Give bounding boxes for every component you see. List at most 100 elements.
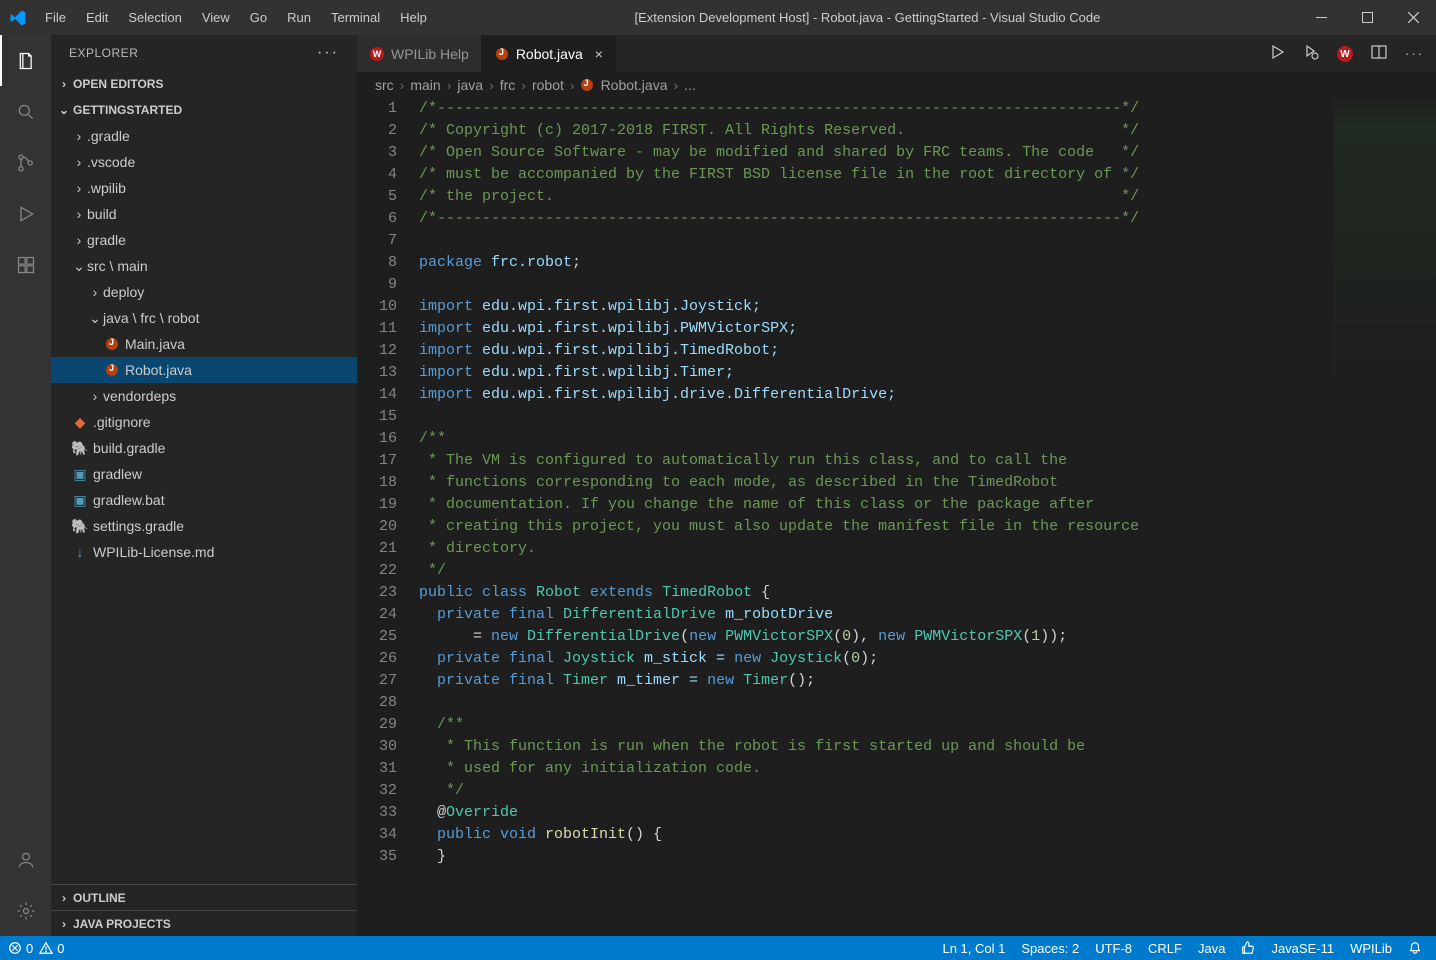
crumb-frc[interactable]: frc: [500, 77, 516, 93]
tree-folder-deploy[interactable]: ›deploy: [51, 279, 357, 305]
tab-label: WPILib Help: [391, 46, 469, 62]
chevron-right-icon: ›: [55, 77, 73, 91]
editor-actions: W ···: [616, 35, 1436, 72]
run-icon[interactable]: [1269, 44, 1285, 63]
window-controls: [1298, 0, 1436, 35]
crumb-src[interactable]: src: [375, 77, 394, 93]
crumb-file[interactable]: Robot.java: [581, 77, 668, 93]
editor-tabs: W WPILib Help Robot.java × W ···: [357, 35, 1436, 72]
tree-folder-vscode[interactable]: ›.vscode: [51, 149, 357, 175]
open-editors-header[interactable]: › OPEN EDITORS: [51, 71, 357, 97]
status-wpilib[interactable]: WPILib: [1350, 941, 1392, 956]
minimize-button[interactable]: [1298, 0, 1344, 35]
activity-settings[interactable]: [0, 885, 51, 936]
status-warnings[interactable]: 0: [39, 941, 64, 956]
status-encoding[interactable]: UTF-8: [1095, 941, 1132, 956]
code-editor[interactable]: 12345 678910 1112131415 1617181920 21222…: [357, 98, 1436, 936]
activity-accounts[interactable]: [0, 834, 51, 885]
status-javase[interactable]: JavaSE-11: [1271, 941, 1334, 956]
menu-file[interactable]: File: [35, 0, 76, 35]
status-ln-col[interactable]: Ln 1, Col 1: [942, 941, 1005, 956]
tree-folder-java-frc-robot[interactable]: ⌄java \ frc \ robot: [51, 305, 357, 331]
code-lines[interactable]: /*--------------------------------------…: [419, 98, 1436, 936]
window-title: [Extension Development Host] - Robot.jav…: [437, 10, 1298, 25]
explorer-title: EXPLORER: [69, 46, 317, 60]
tree-file-build-gradle[interactable]: 🐘build.gradle: [51, 435, 357, 461]
outline-header[interactable]: › OUTLINE: [51, 884, 357, 910]
crumb-more[interactable]: ...: [684, 77, 696, 93]
menu-help[interactable]: Help: [390, 0, 437, 35]
java-projects-label: JAVA PROJECTS: [73, 917, 171, 931]
split-editor-icon[interactable]: [1371, 44, 1387, 63]
menu-view[interactable]: View: [192, 0, 240, 35]
minimap[interactable]: [1334, 98, 1436, 378]
vscode-logo: [0, 9, 35, 27]
tree-folder-build[interactable]: ›build: [51, 201, 357, 227]
tree-folder-src-main[interactable]: ⌄src \ main: [51, 253, 357, 279]
gradle-icon: 🐘: [71, 518, 89, 535]
crumb-main[interactable]: main: [410, 77, 440, 93]
breadcrumbs[interactable]: src› main› java› frc› robot› Robot.java›…: [357, 72, 1436, 98]
tab-robot-java[interactable]: Robot.java ×: [482, 35, 616, 72]
tree-file-robot-java[interactable]: Robot.java: [51, 357, 357, 383]
workspace-header[interactable]: ⌄ GETTINGSTARTED: [51, 97, 357, 123]
open-editors-label: OPEN EDITORS: [73, 77, 163, 91]
editor-area: W WPILib Help Robot.java × W ··· src› ma…: [357, 35, 1436, 936]
status-bell-icon[interactable]: [1408, 941, 1422, 955]
activity-source-control[interactable]: [0, 137, 51, 188]
status-eol[interactable]: CRLF: [1148, 941, 1182, 956]
tree-folder-wpilib[interactable]: ›.wpilib: [51, 175, 357, 201]
maximize-button[interactable]: [1344, 0, 1390, 35]
tree-folder-vendordeps[interactable]: ›vendordeps: [51, 383, 357, 409]
outline-label: OUTLINE: [73, 891, 126, 905]
chevron-down-icon: ⌄: [55, 103, 73, 117]
tree-folder-gradle[interactable]: ›.gradle: [51, 123, 357, 149]
java-projects-header[interactable]: › JAVA PROJECTS: [51, 910, 357, 936]
activity-explorer[interactable]: [0, 35, 51, 86]
tree-file-gradlew[interactable]: ▣gradlew: [51, 461, 357, 487]
file-tree: ›.gradle ›.vscode ›.wpilib ›build ›gradl…: [51, 123, 357, 565]
status-language[interactable]: Java: [1198, 941, 1225, 956]
menu-terminal[interactable]: Terminal: [321, 0, 390, 35]
java-file-icon: [494, 46, 510, 62]
menu-run[interactable]: Run: [277, 0, 321, 35]
chevron-right-icon: ›: [55, 891, 73, 905]
activity-search[interactable]: [0, 86, 51, 137]
close-icon[interactable]: ×: [595, 46, 603, 62]
wpilib-icon: W: [369, 46, 385, 62]
activity-run-debug[interactable]: [0, 188, 51, 239]
status-thumbs-up-icon[interactable]: [1241, 941, 1255, 955]
tree-file-gradlew-bat[interactable]: ▣gradlew.bat: [51, 487, 357, 513]
tree-file-gitignore[interactable]: ◆.gitignore: [51, 409, 357, 435]
wpilib-action-icon[interactable]: W: [1337, 45, 1353, 63]
titlebar: File Edit Selection View Go Run Terminal…: [0, 0, 1436, 35]
more-actions-icon[interactable]: ···: [1405, 46, 1424, 61]
status-errors[interactable]: 0: [8, 941, 33, 956]
workspace-label: GETTINGSTARTED: [73, 103, 182, 117]
tree-folder-gradle-root[interactable]: ›gradle: [51, 227, 357, 253]
tree-file-wpilib-license[interactable]: ↓WPILib-License.md: [51, 539, 357, 565]
tab-label: Robot.java: [516, 46, 583, 62]
statusbar: 0 0 Ln 1, Col 1 Spaces: 2 UTF-8 CRLF Jav…: [0, 936, 1436, 960]
bat-icon: ▣: [71, 492, 89, 509]
sidebar: EXPLORER ··· › OPEN EDITORS ⌄ GETTINGSTA…: [51, 35, 357, 936]
java-file-icon: [103, 338, 121, 350]
java-file-icon: [103, 364, 121, 376]
activity-extensions[interactable]: [0, 239, 51, 290]
debug-config-icon[interactable]: [1303, 44, 1319, 63]
menu-selection[interactable]: Selection: [118, 0, 191, 35]
tree-file-main-java[interactable]: Main.java: [51, 331, 357, 357]
crumb-robot[interactable]: robot: [532, 77, 564, 93]
close-button[interactable]: [1390, 0, 1436, 35]
line-number-gutter: 12345 678910 1112131415 1617181920 21222…: [357, 98, 419, 936]
menu-go[interactable]: Go: [240, 0, 277, 35]
tree-file-settings-gradle[interactable]: 🐘settings.gradle: [51, 513, 357, 539]
gitignore-icon: ◆: [71, 414, 89, 431]
crumb-java[interactable]: java: [457, 77, 483, 93]
menubar: File Edit Selection View Go Run Terminal…: [35, 0, 437, 35]
activitybar: [0, 35, 51, 936]
status-spaces[interactable]: Spaces: 2: [1021, 941, 1079, 956]
menu-edit[interactable]: Edit: [76, 0, 118, 35]
tab-wpilib-help[interactable]: W WPILib Help: [357, 35, 482, 72]
explorer-more-icon[interactable]: ···: [317, 44, 339, 62]
